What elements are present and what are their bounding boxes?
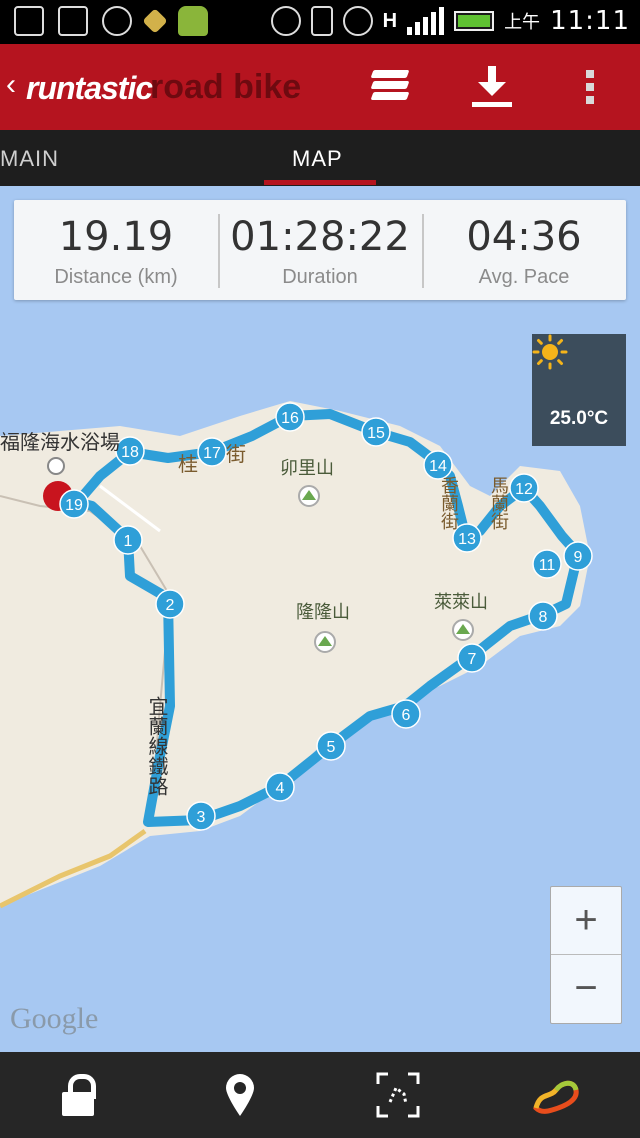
app-bar: ‹ runtastic road bike: [0, 44, 640, 130]
google-logo: Google: [10, 1002, 99, 1035]
back-icon[interactable]: ‹: [6, 68, 16, 102]
weather-widget: 25.0°C: [532, 334, 626, 446]
stat-label: Distance (km): [54, 266, 178, 288]
tab-map[interactable]: MAP: [292, 146, 343, 172]
km-marker: 14: [423, 450, 453, 480]
zoom-in-button[interactable]: +: [551, 887, 621, 955]
leaf-notification-icon: [14, 6, 44, 36]
map-label-rail: 宜蘭線鐵路: [145, 696, 167, 796]
brand-logo[interactable]: runtastic: [26, 70, 153, 107]
km-marker-label: 13: [458, 531, 476, 548]
stat-label: Avg. Pace: [478, 266, 570, 288]
km-marker: 5: [316, 731, 346, 761]
map-label-mountain: 卯里山: [280, 458, 334, 478]
km-marker: 17: [197, 437, 227, 467]
layers-icon[interactable]: [368, 64, 412, 108]
tab-bar: MAIN MAP: [0, 130, 640, 186]
active-tab-indicator: [264, 180, 376, 185]
tab-main[interactable]: MAIN: [0, 146, 59, 172]
km-marker: 16: [275, 402, 305, 432]
vibrate-icon: [310, 6, 333, 36]
status-bar: H 上午 11:11: [0, 0, 640, 44]
overflow-menu-icon[interactable]: [580, 64, 624, 108]
map-view[interactable]: 1 2 3 4 5 6 7 8 9 11 12 13 14 15 16 17 18 19 福隆海水浴場 卯里山 隆…: [0, 186, 640, 1052]
map-label-street: 馬蘭街: [489, 476, 509, 530]
stat-avg-pace: 04:36 Avg. Pace: [422, 200, 626, 300]
stat-label: Duration: [282, 266, 358, 288]
weather-temperature: 25.0°C: [549, 408, 609, 429]
km-marker-label: 6: [402, 707, 411, 724]
km-marker: 19: [59, 489, 89, 519]
km-marker-label: 18: [121, 444, 139, 461]
km-marker: 9: [563, 541, 593, 571]
km-marker: 7: [457, 643, 487, 673]
stat-value: 01:28:22: [230, 214, 410, 260]
km-marker-label: 19: [65, 497, 83, 514]
status-time: 11:11: [550, 6, 630, 36]
alarm-icon: [342, 6, 373, 36]
wifi-calling-icon: [270, 6, 301, 36]
km-marker-label: 7: [468, 651, 477, 668]
network-type: H: [382, 9, 398, 32]
brand-subtitle: road bike: [150, 68, 302, 106]
stats-panel: 19.19 Distance (km) 01:28:22 Duration 04…: [14, 200, 626, 300]
map-label-mountain: 隆隆山: [296, 602, 350, 622]
map-label-street: 桂: [178, 454, 198, 476]
battery-icon: [454, 11, 495, 31]
map-label-mountain: 萊萊山: [434, 592, 488, 612]
km-marker: 6: [391, 699, 421, 729]
android-notification-icon: [178, 6, 208, 36]
sparkle-notification-icon: [142, 8, 168, 34]
km-marker-label: 4: [276, 780, 285, 797]
bike-notification-icon: [102, 6, 132, 36]
km-marker-label: 1: [124, 533, 133, 550]
km-marker-label: 9: [574, 549, 583, 566]
fit-route-icon[interactable]: [376, 1072, 420, 1118]
km-marker: 3: [186, 801, 216, 831]
km-marker-label: 16: [281, 410, 299, 427]
km-marker: 11: [532, 549, 562, 579]
map-label-street: 香蘭街: [439, 476, 459, 530]
km-marker: 12: [509, 473, 539, 503]
map-label-beach: 福隆海水浴場: [0, 432, 120, 454]
km-marker-label: 2: [166, 597, 175, 614]
km-marker: 15: [361, 417, 391, 447]
stat-distance: 19.19 Distance (km): [14, 200, 218, 300]
km-marker-label: 8: [539, 609, 548, 626]
lock-icon[interactable]: [58, 1072, 102, 1118]
stat-value: 19.19: [58, 214, 174, 260]
stat-duration: 01:28:22 Duration: [218, 200, 422, 300]
km-marker-label: 3: [197, 809, 206, 826]
image-notification-icon: [58, 6, 88, 36]
map-label-street: 街: [226, 444, 246, 466]
km-marker: 4: [265, 772, 295, 802]
km-marker-label: 17: [203, 445, 221, 462]
signal-icon: [407, 7, 445, 35]
zoom-out-button[interactable]: −: [551, 955, 621, 1022]
km-marker: 2: [155, 589, 185, 619]
km-marker-label: 14: [429, 458, 447, 475]
km-marker: 1: [113, 525, 143, 555]
download-icon[interactable]: [470, 64, 514, 108]
zoom-controls: + −: [550, 886, 622, 1024]
km-marker-label: 11: [539, 557, 556, 574]
km-marker-label: 5: [327, 739, 336, 756]
location-pin-icon[interactable]: [218, 1072, 262, 1118]
km-marker-label: 15: [367, 425, 385, 442]
poi-marker: [47, 457, 65, 475]
km-marker: 18: [115, 436, 145, 466]
status-ampm: 上午: [504, 12, 541, 32]
km-marker-label: 12: [515, 481, 533, 498]
km-marker: 8: [528, 601, 558, 631]
route-view-icon[interactable]: [530, 1072, 584, 1118]
bottom-bar: [0, 1052, 640, 1138]
sun-icon: [532, 334, 568, 370]
stat-value: 04:36: [466, 214, 582, 260]
